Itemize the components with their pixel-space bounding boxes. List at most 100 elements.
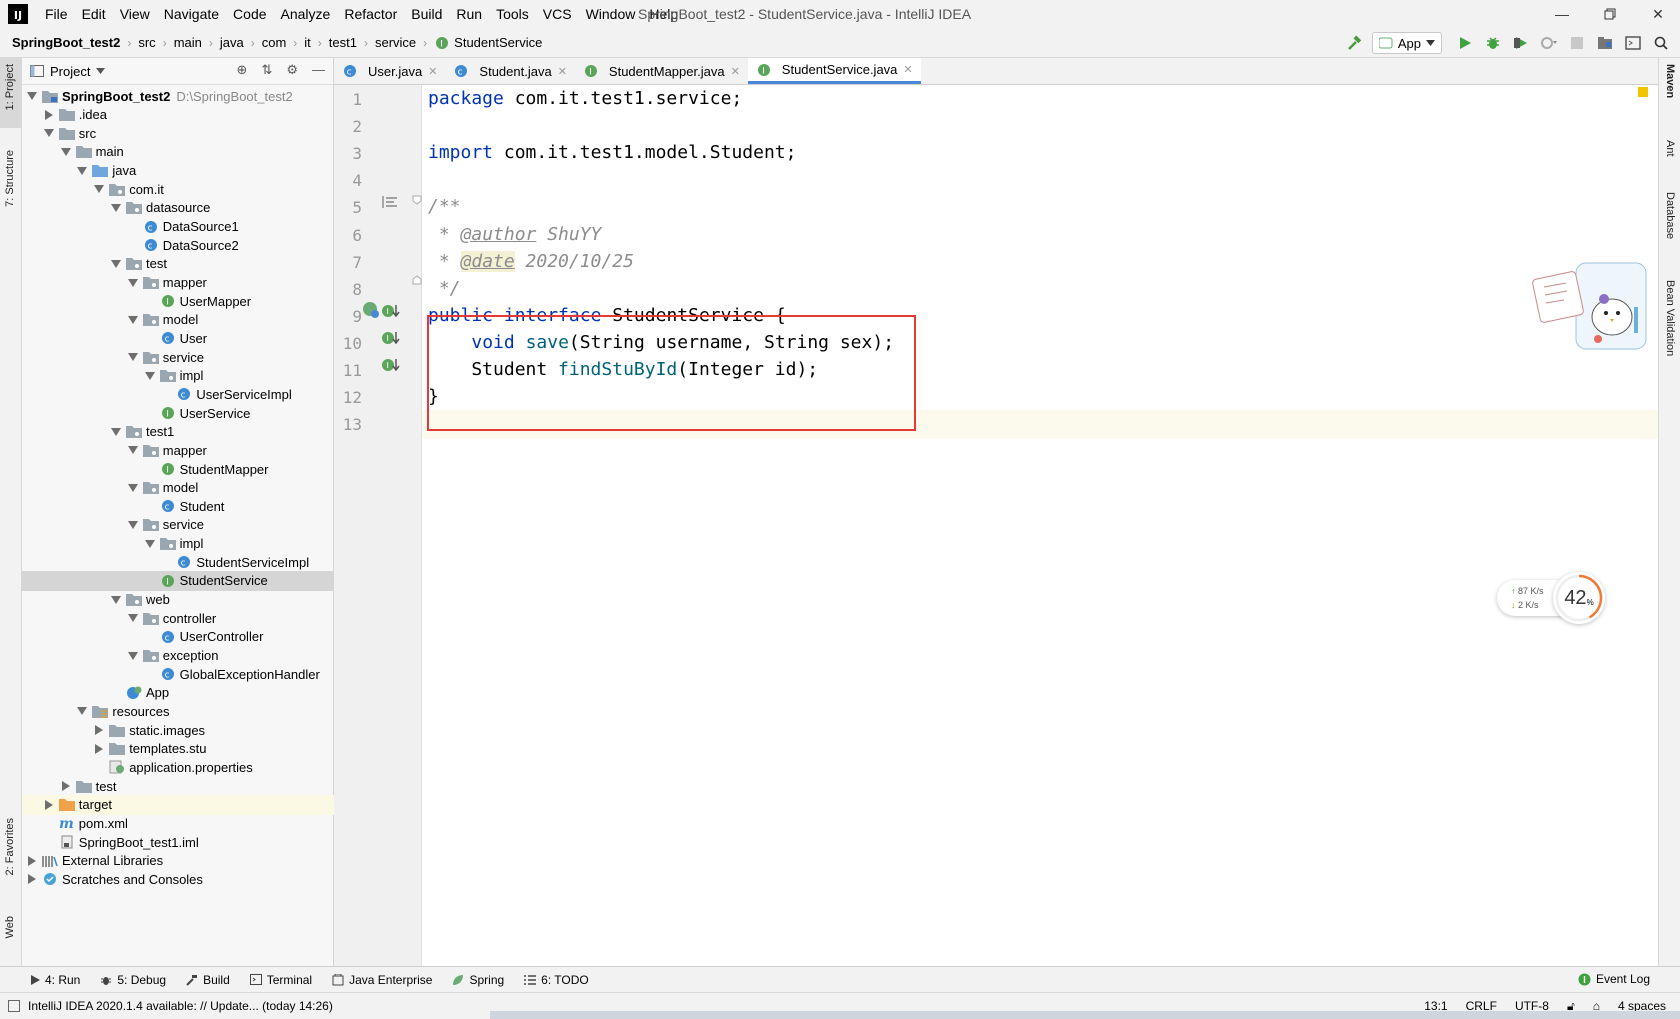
- menu-build[interactable]: Build: [404, 0, 449, 28]
- breadcrumb-item[interactable]: test1: [329, 35, 357, 50]
- debug-icon[interactable]: [1482, 32, 1504, 54]
- tree-node[interactable]: test: [22, 254, 334, 274]
- bean-validation-tool-tab[interactable]: Bean Validation: [1664, 280, 1676, 356]
- tree-node[interactable]: .idea: [22, 105, 334, 125]
- menu-vcs[interactable]: VCS: [536, 0, 579, 28]
- stop-icon[interactable]: [1566, 32, 1588, 54]
- tree-node[interactable]: mapper: [22, 440, 334, 460]
- maven-tool-tab[interactable]: Maven: [1664, 64, 1676, 98]
- menu-edit[interactable]: Edit: [75, 0, 113, 28]
- breadcrumb-item[interactable]: java: [220, 35, 244, 50]
- expand-down-icon[interactable]: [60, 146, 72, 158]
- breadcrumb-item[interactable]: main: [174, 35, 202, 50]
- tool-window-debug-button[interactable]: 5: Debug: [100, 973, 166, 987]
- tree-node[interactable]: service: [22, 347, 334, 367]
- expand-right-icon[interactable]: [43, 109, 55, 121]
- chevron-down-icon[interactable]: [96, 68, 106, 74]
- menu-tools[interactable]: Tools: [489, 0, 536, 28]
- tree-node[interactable]: static.images: [22, 720, 334, 740]
- tree-node[interactable]: I StudentService: [22, 570, 334, 591]
- tree-node[interactable]: main: [22, 142, 334, 162]
- tree-node[interactable]: c DataSource1: [22, 217, 334, 237]
- tree-node[interactable]: c StudentServiceImpl: [22, 552, 334, 572]
- tree-node[interactable]: target: [22, 794, 334, 815]
- fold-icon[interactable]: [412, 275, 422, 285]
- expand-right-icon[interactable]: [26, 855, 38, 867]
- expand-down-icon[interactable]: [110, 202, 122, 214]
- tree-node[interactable]: impl: [22, 366, 334, 386]
- tree-node[interactable]: SpringBoot_test1.iml: [22, 832, 334, 852]
- minimize-icon[interactable]: —: [1540, 0, 1584, 28]
- breadcrumb-item[interactable]: it: [304, 35, 311, 50]
- tool-window-spring-button[interactable]: Spring: [452, 973, 504, 987]
- expand-down-icon[interactable]: [144, 538, 156, 550]
- expand-down-icon[interactable]: [43, 127, 55, 139]
- tree-node[interactable]: service: [22, 515, 334, 535]
- expand-down-icon[interactable]: [26, 90, 38, 102]
- memory-usage-circle[interactable]: 42%: [1553, 572, 1605, 624]
- database-tool-tab[interactable]: Database: [1664, 192, 1676, 239]
- collapse-all-icon[interactable]: ⇅: [261, 62, 272, 78]
- code-editor[interactable]: package com.it.test1.service; import com.…: [422, 85, 1658, 966]
- tree-node[interactable]: mapper: [22, 273, 334, 293]
- tree-node[interactable]: resources: [22, 701, 334, 721]
- restore-icon[interactable]: [1588, 0, 1632, 28]
- tree-node[interactable]: test: [22, 776, 334, 796]
- locate-file-icon[interactable]: ⊕: [237, 62, 248, 78]
- tree-node[interactable]: c Student: [22, 496, 334, 516]
- menu-run[interactable]: Run: [449, 0, 489, 28]
- search-everywhere-icon[interactable]: [1650, 32, 1672, 54]
- close-tab-icon[interactable]: ✕: [731, 65, 740, 78]
- tool-window-terminal-button[interactable]: Terminal: [249, 973, 312, 987]
- implemented-icon[interactable]: I: [382, 357, 402, 373]
- breadcrumb-item[interactable]: SpringBoot_test2: [12, 35, 120, 50]
- expand-down-icon[interactable]: [93, 183, 105, 195]
- tree-node[interactable]: c UserServiceImpl: [22, 384, 334, 404]
- tree-node[interactable]: templates.stu: [22, 739, 334, 759]
- favorites-tool-tab[interactable]: 2: Favorites: [4, 818, 16, 875]
- implemented-icon[interactable]: I: [382, 303, 402, 319]
- menu-refactor[interactable]: Refactor: [337, 0, 404, 28]
- build-hammer-icon[interactable]: [1344, 32, 1366, 54]
- tool-window-build-button[interactable]: Build: [186, 973, 230, 987]
- close-window-icon[interactable]: ✕: [1636, 0, 1680, 28]
- menu-view[interactable]: View: [113, 0, 157, 28]
- tool-window-java-enterprise-button[interactable]: Java Enterprise: [332, 973, 432, 987]
- implemented-icon[interactable]: I: [382, 330, 402, 346]
- tree-node[interactable]: model: [22, 310, 334, 330]
- expand-right-icon[interactable]: [93, 743, 105, 755]
- breadcrumb-item[interactable]: service: [375, 35, 416, 50]
- structure-tool-tab[interactable]: 7: Structure: [4, 150, 16, 207]
- inspection-status-icon[interactable]: [1638, 87, 1648, 97]
- expand-down-icon[interactable]: [127, 277, 139, 289]
- expand-down-icon[interactable]: [127, 519, 139, 531]
- expand-right-icon[interactable]: [43, 799, 55, 811]
- tree-node[interactable]: I UserService: [22, 403, 334, 423]
- tree-node[interactable]: src: [22, 123, 334, 143]
- toggle-rendered-view-icon[interactable]: [382, 195, 398, 209]
- run-configuration-select[interactable]: App: [1371, 32, 1442, 54]
- expand-right-icon[interactable]: [93, 724, 105, 736]
- close-tab-icon[interactable]: ✕: [558, 65, 567, 78]
- expand-down-icon[interactable]: [110, 426, 122, 438]
- tool-window-todo-button[interactable]: 6: TODO: [524, 973, 589, 987]
- run-icon[interactable]: [1454, 32, 1476, 54]
- tree-node[interactable]: c GlobalExceptionHandler: [22, 664, 334, 684]
- menu-file[interactable]: File: [38, 0, 75, 28]
- close-tab-icon[interactable]: ✕: [903, 63, 912, 76]
- tree-node[interactable]: I UserMapper: [22, 291, 334, 311]
- profile-icon[interactable]: [1538, 32, 1560, 54]
- tool-window-run-button[interactable]: 4: Run: [30, 973, 80, 987]
- tree-node[interactable]: Scratches and Consoles: [22, 869, 334, 889]
- tree-node[interactable]: exception: [22, 646, 334, 666]
- expand-down-icon[interactable]: [127, 314, 139, 326]
- editor-tab[interactable]: c User.java ✕: [334, 58, 445, 84]
- terminal-window-icon[interactable]: [1622, 32, 1644, 54]
- status-message[interactable]: IntelliJ IDEA 2020.1.4 available: // Upd…: [28, 999, 333, 1013]
- expand-right-icon[interactable]: [60, 780, 72, 792]
- breadcrumb-item[interactable]: src: [138, 35, 155, 50]
- breadcrumb-item[interactable]: I StudentService: [434, 35, 542, 50]
- gear-icon[interactable]: ⚙: [286, 62, 298, 78]
- web-tool-tab[interactable]: Web: [4, 916, 16, 938]
- fold-icon[interactable]: [412, 195, 422, 205]
